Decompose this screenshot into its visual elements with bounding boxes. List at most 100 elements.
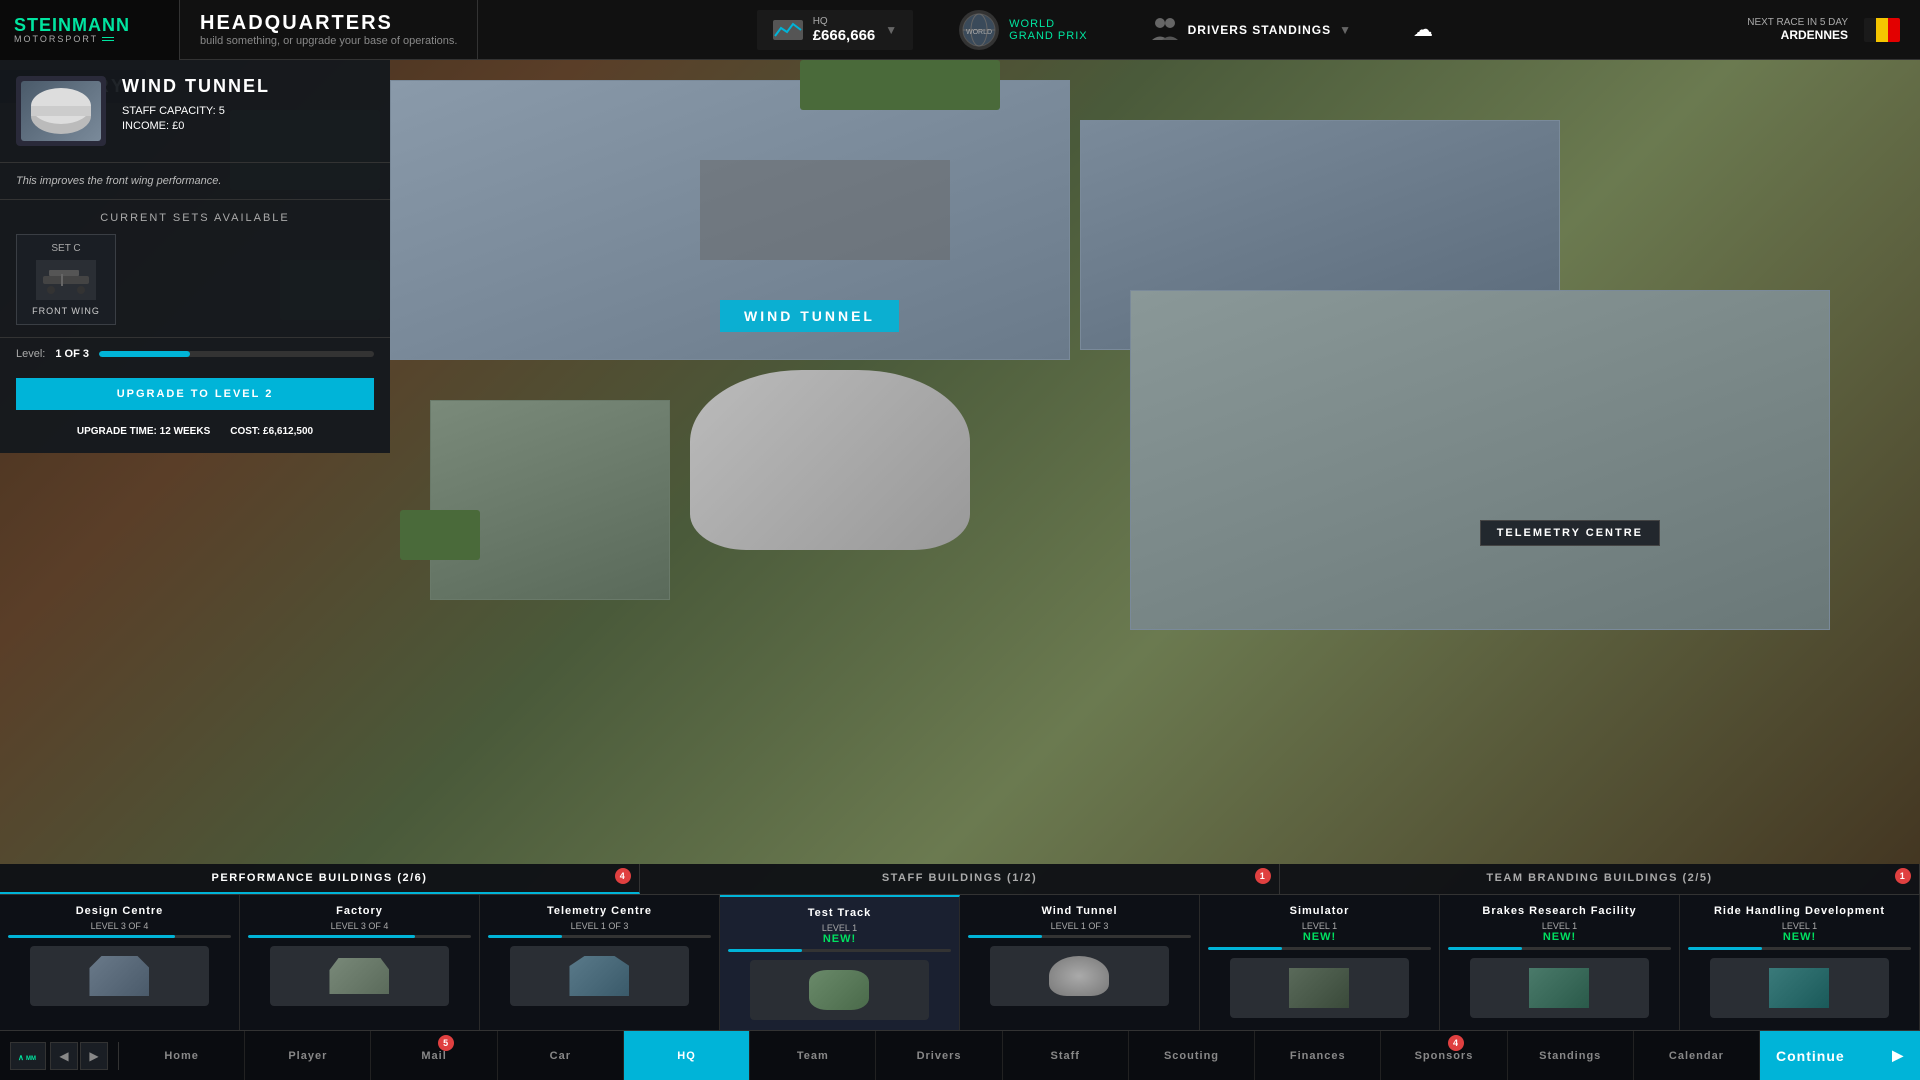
nav-forward-button[interactable]: ▶ bbox=[80, 1042, 108, 1070]
nav-standings[interactable]: Standings bbox=[1508, 1031, 1634, 1080]
wind-tunnel-card-level: LEVEL 1 OF 3 bbox=[968, 921, 1191, 931]
category-row: PERFORMANCE BUILDINGS (2/6) 4 STAFF BUIL… bbox=[0, 864, 1920, 895]
upgrade-info: UPGRADE TIME: 12 WEEKS COST: £6,612,500 bbox=[0, 418, 390, 453]
nav-hq[interactable]: HQ bbox=[624, 1031, 750, 1080]
factory-name: Factory bbox=[248, 905, 471, 917]
nav-logo: ∧ MM bbox=[10, 1042, 46, 1070]
drivers-chevron-icon[interactable]: ▼ bbox=[1339, 23, 1351, 37]
level-label: Level: bbox=[16, 348, 45, 360]
weather-widget: ☁ bbox=[1397, 11, 1449, 48]
test-track-bar-fill bbox=[728, 949, 802, 952]
nav-player[interactable]: Player bbox=[245, 1031, 371, 1080]
hq-value: £666,666 bbox=[813, 27, 876, 44]
income-stat: INCOME: £0 bbox=[122, 120, 374, 132]
green-area-4 bbox=[800, 60, 1000, 110]
hq-info-text: HQ £666,666 bbox=[813, 16, 876, 44]
design-centre-bar-fill bbox=[8, 935, 175, 938]
nav-left-controls: ∧ MM ◀ ▶ bbox=[0, 1042, 119, 1070]
factory-img bbox=[270, 946, 448, 1006]
level-bar-fill bbox=[99, 351, 190, 357]
simulator-level: LEVEL 1 NEW! bbox=[1208, 921, 1431, 943]
next-race-location: ARDENNES bbox=[1747, 28, 1848, 42]
team-branding-tab[interactable]: TEAM BRANDING BUILDINGS (2/5) 1 bbox=[1280, 864, 1920, 894]
facility-left bbox=[430, 400, 670, 600]
world-label: WORLDGRAND PRIX bbox=[1009, 18, 1087, 42]
telemetry-icon bbox=[569, 956, 629, 996]
building-card-simulator[interactable]: Simulator LEVEL 1 NEW! bbox=[1200, 895, 1440, 1030]
simulator-name: Simulator bbox=[1208, 905, 1431, 917]
level-value: 1 OF 3 bbox=[55, 348, 89, 360]
nav-sponsors[interactable]: Sponsors 4 bbox=[1381, 1031, 1507, 1080]
set-part-name: FRONT WING bbox=[25, 306, 107, 316]
nav-calendar[interactable]: Calendar bbox=[1634, 1031, 1760, 1080]
telemetry-map-label[interactable]: TELEMETRY CENTRE bbox=[1480, 520, 1660, 546]
world-icon: WORLD bbox=[959, 10, 999, 50]
brakes-name: Brakes Research Facility bbox=[1448, 905, 1671, 917]
set-card[interactable]: SET C FRONT WING bbox=[16, 234, 116, 325]
logo-title: STEINMANN bbox=[14, 16, 165, 34]
header-center: HQ £666,666 ▼ WORLD WORLDGRAND PRIX bbox=[478, 4, 1727, 56]
building-card-test-track[interactable]: Test Track LEVEL 1 NEW! bbox=[720, 895, 960, 1030]
svg-text:MM: MM bbox=[26, 1056, 36, 1062]
thumbnail-image bbox=[21, 81, 101, 141]
sponsors-badge: 4 bbox=[1448, 1035, 1464, 1051]
building-card-telemetry[interactable]: Telemetry Centre LEVEL 1 OF 3 bbox=[480, 895, 720, 1030]
building-card-wind-tunnel[interactable]: Wind Tunnel LEVEL 1 OF 3 bbox=[960, 895, 1200, 1030]
hq-info-widget[interactable]: HQ £666,666 ▼ bbox=[757, 10, 913, 50]
panel-header: WIND TUNNEL STAFF CAPACITY: 5 INCOME: £0 bbox=[0, 60, 390, 163]
hq-subtitle: build something, or upgrade your base of… bbox=[200, 35, 457, 47]
wind-tunnel-icon bbox=[1049, 956, 1109, 996]
factory-bar bbox=[248, 935, 471, 938]
nav-back-button[interactable]: ◀ bbox=[50, 1042, 78, 1070]
staff-capacity-stat: STAFF CAPACITY: 5 bbox=[122, 105, 374, 117]
brakes-icon bbox=[1529, 968, 1589, 1008]
performance-buildings-tab[interactable]: PERFORMANCE BUILDINGS (2/6) 4 bbox=[0, 864, 640, 894]
nav-mail[interactable]: Mail 5 bbox=[371, 1031, 497, 1080]
test-track-img bbox=[750, 960, 928, 1020]
header: STEINMANN MOTORSPORT HEADQUARTERS build … bbox=[0, 0, 1920, 60]
staff-buildings-tab[interactable]: STAFF BUILDINGS (1/2) 1 bbox=[640, 864, 1280, 894]
parking-lot bbox=[700, 160, 950, 260]
nav-team[interactable]: Team bbox=[750, 1031, 876, 1080]
building-card-factory[interactable]: Factory LEVEL 3 OF 4 bbox=[240, 895, 480, 1030]
wind-tunnel-shape bbox=[690, 370, 970, 550]
bottom-tabs-container: PERFORMANCE BUILDINGS (2/6) 4 STAFF BUIL… bbox=[0, 864, 1920, 1030]
ride-handling-bar-fill bbox=[1688, 947, 1762, 950]
brakes-level: LEVEL 1 NEW! bbox=[1448, 921, 1671, 943]
hq-chart-icon bbox=[773, 20, 803, 40]
set-icon bbox=[36, 260, 96, 300]
nav-drivers[interactable]: Drivers bbox=[876, 1031, 1002, 1080]
drivers-standings-widget[interactable]: DRIVERS STANDINGS ▼ bbox=[1134, 9, 1367, 51]
header-right: NEXT RACE IN 5 DAY ARDENNES bbox=[1727, 17, 1920, 42]
upgrade-button[interactable]: UPGRADE TO LEVEL 2 bbox=[16, 378, 374, 410]
nav-staff[interactable]: Staff bbox=[1003, 1031, 1129, 1080]
ride-handling-bar bbox=[1688, 947, 1911, 950]
set-label: SET C bbox=[25, 243, 107, 254]
nav-home[interactable]: Home bbox=[119, 1031, 245, 1080]
bottom-nav: ∧ MM ◀ ▶ Home Player Mail 5 Car HQ Team bbox=[0, 1030, 1920, 1080]
continue-button[interactable]: Continue ▶ bbox=[1760, 1031, 1920, 1080]
building-card-design-centre[interactable]: Design Centre LEVEL 3 OF 4 bbox=[0, 895, 240, 1030]
wind-tunnel-card-name: Wind Tunnel bbox=[968, 905, 1191, 917]
svg-text:WORLD: WORLD bbox=[966, 29, 992, 36]
wind-tunnel-map-label[interactable]: WIND TUNNEL bbox=[720, 300, 899, 332]
simulator-icon bbox=[1289, 968, 1349, 1008]
wind-tunnel-detail-panel: WIND TUNNEL STAFF CAPACITY: 5 INCOME: £0… bbox=[0, 60, 390, 453]
nav-car[interactable]: Car bbox=[498, 1031, 624, 1080]
green-area-3 bbox=[400, 510, 480, 560]
next-race-info: NEXT RACE IN 5 DAY ARDENNES bbox=[1747, 17, 1848, 42]
weather-icon: ☁ bbox=[1413, 17, 1433, 42]
telemetry-bar bbox=[488, 935, 711, 938]
level-row: Level: 1 OF 3 bbox=[0, 337, 390, 370]
sets-title: CURRENT SETS AVAILABLE bbox=[16, 212, 374, 224]
nav-scouting[interactable]: Scouting bbox=[1129, 1031, 1255, 1080]
drivers-icon bbox=[1150, 15, 1180, 45]
ride-handling-icon bbox=[1769, 968, 1829, 1008]
building-card-ride-handling[interactable]: Ride Handling Development LEVEL 1 NEW! bbox=[1680, 895, 1920, 1030]
logo-area: STEINMANN MOTORSPORT bbox=[0, 0, 180, 60]
nav-finances[interactable]: Finances bbox=[1255, 1031, 1381, 1080]
simulator-bar bbox=[1208, 947, 1431, 950]
building-card-brakes[interactable]: Brakes Research Facility LEVEL 1 NEW! bbox=[1440, 895, 1680, 1030]
hq-chevron-icon[interactable]: ▼ bbox=[885, 23, 897, 37]
world-grand-prix-widget[interactable]: WORLD WORLDGRAND PRIX bbox=[943, 4, 1103, 56]
